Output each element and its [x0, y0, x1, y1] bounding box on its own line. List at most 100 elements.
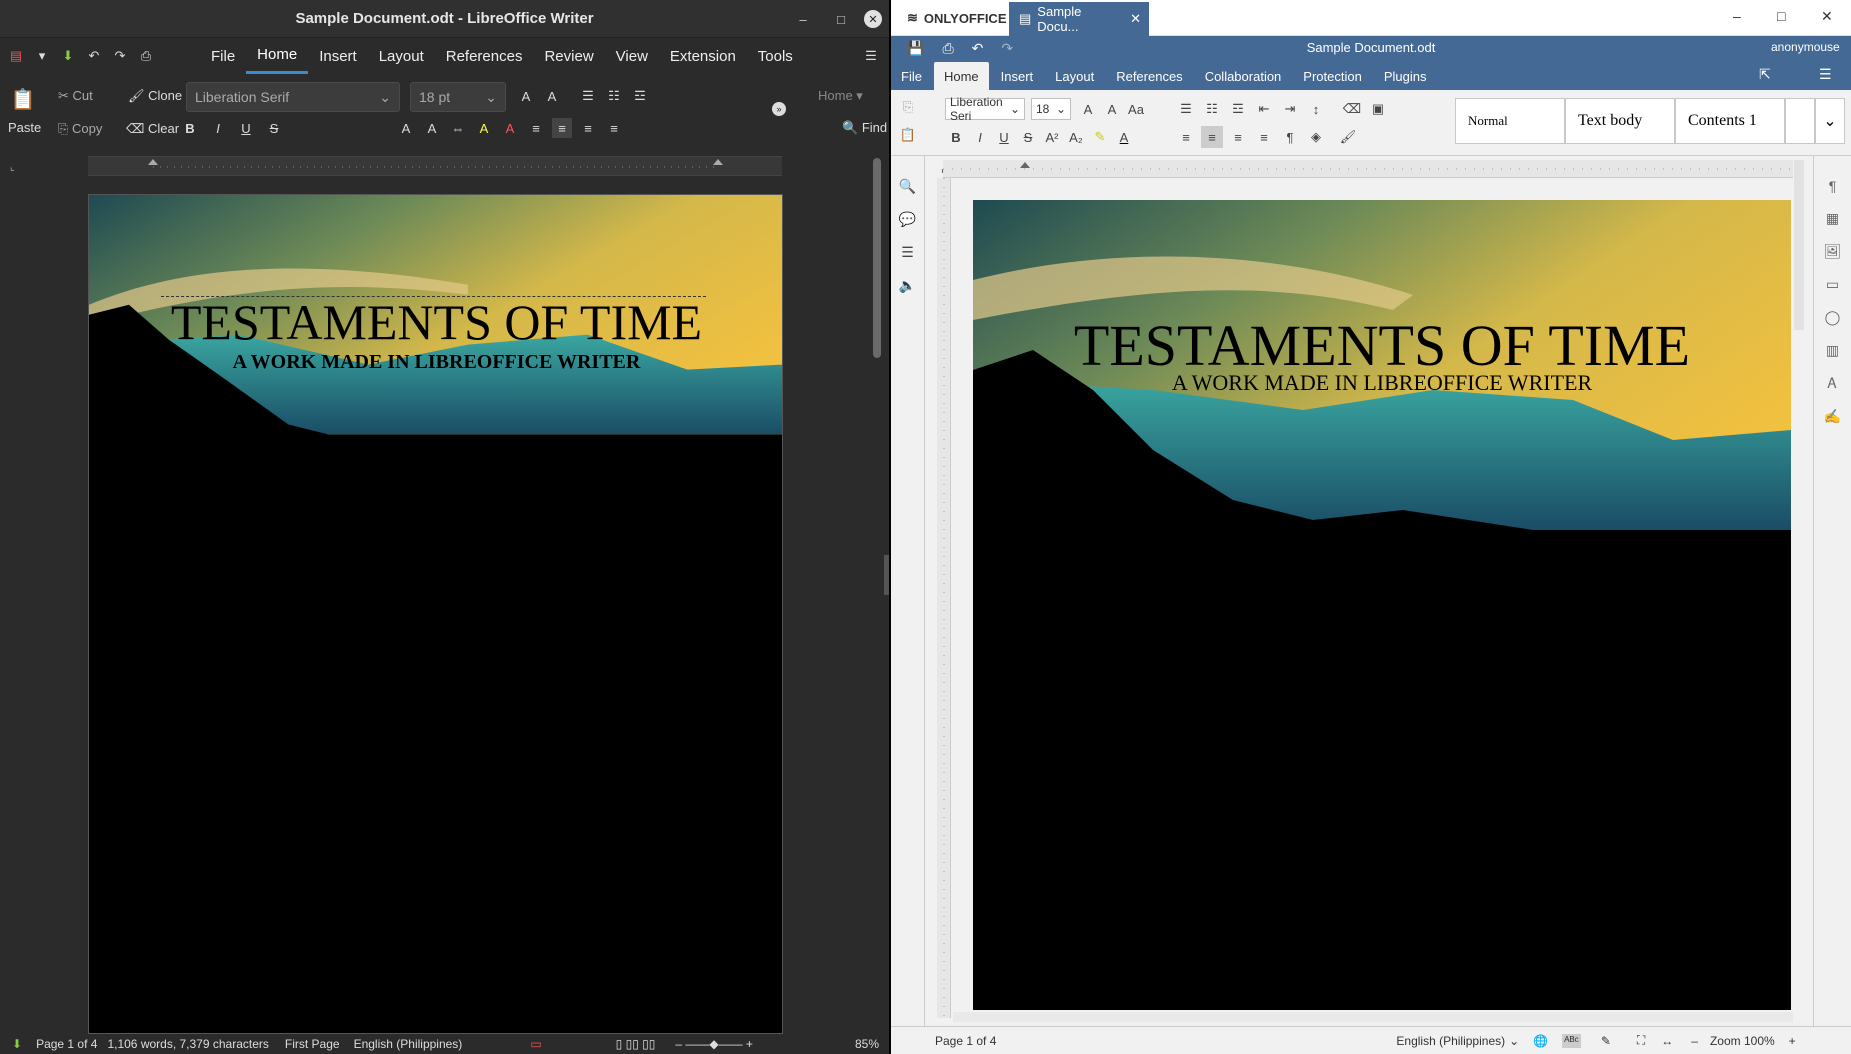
bold-icon[interactable]: B: [945, 126, 967, 148]
fit-width-icon[interactable]: ↔: [1661, 1034, 1673, 1048]
lo-page-count[interactable]: Page 1 of 4: [36, 1037, 97, 1051]
lo-new-icon[interactable]: ▾: [32, 46, 52, 66]
image-settings-icon[interactable]: 🖼: [1824, 243, 1842, 260]
lo-word-count[interactable]: 1,106 words, 7,379 characters: [107, 1037, 268, 1051]
italic-icon[interactable]: I: [969, 126, 991, 148]
lo-language[interactable]: English (Philippines): [354, 1037, 463, 1051]
table-settings-icon[interactable]: ▦: [1826, 210, 1839, 227]
lo-cut-button[interactable]: ✂ Cut: [58, 88, 93, 104]
lo-font-name-select[interactable]: Liberation Serif ⌄: [186, 82, 400, 112]
lo-page-style[interactable]: First Page: [285, 1037, 340, 1051]
lo-print-icon[interactable]: ⎙: [136, 46, 156, 66]
subscript-icon[interactable]: A: [422, 118, 442, 138]
paste-icon[interactable]: 📋: [897, 124, 919, 146]
view-layout-icon[interactable]: ▯ ▯▯ ▯▯: [616, 1037, 656, 1051]
align-right-icon[interactable]: ≡: [578, 118, 598, 138]
highlight-icon[interactable]: A: [474, 118, 494, 138]
numbering-icon[interactable]: ☷: [1201, 98, 1223, 120]
lo-clone-button[interactable]: 🖌 Clone: [128, 88, 182, 104]
strikethrough-icon[interactable]: S: [264, 118, 284, 138]
grow-font-icon[interactable]: A: [516, 86, 536, 106]
shape-settings-icon[interactable]: ◯: [1825, 309, 1841, 326]
superscript-icon[interactable]: A: [396, 118, 416, 138]
oo-language[interactable]: English (Philippines): [1396, 1034, 1505, 1048]
oo-vertical-scrollbar[interactable]: [1794, 160, 1804, 330]
chart-settings-icon[interactable]: ▥: [1826, 342, 1839, 359]
oo-page-count[interactable]: Page 1 of 4: [935, 1034, 996, 1048]
style-contents-1[interactable]: Contents 1: [1675, 98, 1785, 144]
justify-icon[interactable]: ≡: [1253, 126, 1275, 148]
signature-icon[interactable]: ✍: [1824, 408, 1841, 425]
align-left-icon[interactable]: ≡: [526, 118, 546, 138]
lo-doc-subtitle[interactable]: A WORK MADE IN LIBREOFFICE WRITER: [89, 351, 782, 374]
shrink-font-icon[interactable]: A: [542, 86, 562, 106]
bullets-icon[interactable]: ☰: [578, 86, 598, 106]
italic-icon[interactable]: I: [208, 118, 228, 138]
lo-app-menu-icon[interactable]: ▤: [6, 46, 26, 66]
char-spacing-icon[interactable]: ⇔: [448, 118, 468, 138]
multilevel-icon[interactable]: ☲: [1227, 98, 1249, 120]
bullets-icon[interactable]: ☰: [1175, 98, 1197, 120]
oo-tab-home[interactable]: Home: [933, 62, 989, 90]
oo-vertical-ruler[interactable]: [937, 178, 951, 1018]
track-changes-icon[interactable]: ✎: [1601, 1034, 1611, 1048]
lo-tab-layout[interactable]: Layout: [368, 38, 435, 74]
lo-document-page[interactable]: TESTAMENTS OF TIME A WORK MADE IN LIBREO…: [88, 194, 783, 1034]
oo-tab-protection[interactable]: Protection: [1293, 62, 1372, 90]
maximize-icon[interactable]: □: [832, 10, 850, 28]
globe-icon[interactable]: 🌐: [1533, 1034, 1548, 1048]
copy-icon[interactable]: ⎘: [897, 96, 919, 118]
bold-icon[interactable]: B: [180, 118, 200, 138]
close-icon[interactable]: ✕: [1821, 8, 1833, 25]
oo-zoom-level[interactable]: Zoom 100%: [1710, 1034, 1775, 1048]
spellcheck-icon[interactable]: ᴬᴮᶜ: [1562, 1033, 1581, 1048]
paragraph-settings-icon[interactable]: ¶: [1829, 178, 1837, 194]
lo-font-size-select[interactable]: 18 pt ⌄: [410, 82, 506, 112]
lo-save-icon[interactable]: ⬇: [58, 46, 78, 66]
oo-font-name-select[interactable]: Liberation Seri ⌄: [945, 95, 1025, 123]
lo-tab-insert[interactable]: Insert: [308, 38, 368, 74]
oo-doc-subtitle[interactable]: A WORK MADE IN LIBREOFFICE WRITER: [973, 370, 1791, 396]
font-color-icon[interactable]: A: [500, 118, 520, 138]
speaker-icon[interactable]: 🔈: [899, 277, 916, 294]
lo-copy-button[interactable]: ⎘ Copy: [58, 121, 102, 137]
expand-icon[interactable]: »: [772, 102, 786, 116]
tab-stop-icon[interactable]: ⌞: [10, 162, 15, 173]
outline-icon[interactable]: ☲: [630, 86, 650, 106]
lo-find-button[interactable]: 🔍 Find: [842, 120, 887, 136]
zoom-slider[interactable]: – ——◆—— +: [675, 1037, 753, 1051]
oo-tab-collaboration[interactable]: Collaboration: [1195, 62, 1292, 90]
align-right-icon[interactable]: ≡: [1227, 126, 1249, 148]
oo-tab-insert[interactable]: Insert: [991, 62, 1044, 90]
change-case-icon[interactable]: Aa: [1125, 98, 1147, 120]
strikethrough-icon[interactable]: S: [1017, 126, 1039, 148]
superscript-icon[interactable]: A²: [1041, 126, 1063, 148]
close-icon[interactable]: ✕: [864, 10, 882, 28]
align-center-icon[interactable]: ≡: [552, 118, 572, 138]
lo-tab-home[interactable]: Home: [246, 38, 309, 74]
lo-zoom-level[interactable]: 85%: [855, 1037, 879, 1051]
lo-home-dropdown[interactable]: Home ▾: [818, 88, 863, 104]
oo-document-page[interactable]: TESTAMENTS OF TIME A WORK MADE IN LIBREO…: [973, 200, 1791, 1010]
lo-tab-review[interactable]: Review: [533, 38, 604, 74]
align-center-icon[interactable]: ≡: [1201, 126, 1223, 148]
oo-tab-references[interactable]: References: [1106, 62, 1192, 90]
oo-tab-layout[interactable]: Layout: [1045, 62, 1104, 90]
oo-horizontal-scrollbar[interactable]: [953, 1012, 1793, 1022]
increase-indent-icon[interactable]: ⇥: [1279, 98, 1301, 120]
shading-icon[interactable]: ◈: [1305, 126, 1327, 148]
format-painter-icon[interactable]: 🖌: [1337, 126, 1359, 148]
style-normal[interactable]: Normal: [1455, 98, 1565, 144]
lo-sidebar-handle[interactable]: [884, 555, 889, 595]
highlight-icon[interactable]: ✎: [1089, 126, 1111, 148]
hamburger-menu-icon[interactable]: ☰: [1819, 66, 1832, 83]
minimize-icon[interactable]: –: [1733, 8, 1741, 24]
lo-paste-button[interactable]: 📋 Paste: [8, 84, 52, 144]
lo-doc-title[interactable]: TESTAMENTS OF TIME: [89, 293, 782, 351]
subscript-icon[interactable]: A₂: [1065, 126, 1087, 148]
clear-style-icon[interactable]: ⌫: [1341, 98, 1363, 120]
nonprinting-icon[interactable]: ¶: [1279, 126, 1301, 148]
navigation-icon[interactable]: ☰: [901, 244, 914, 261]
styles-more[interactable]: [1785, 98, 1815, 144]
lo-undo-icon[interactable]: ↶: [84, 46, 104, 66]
